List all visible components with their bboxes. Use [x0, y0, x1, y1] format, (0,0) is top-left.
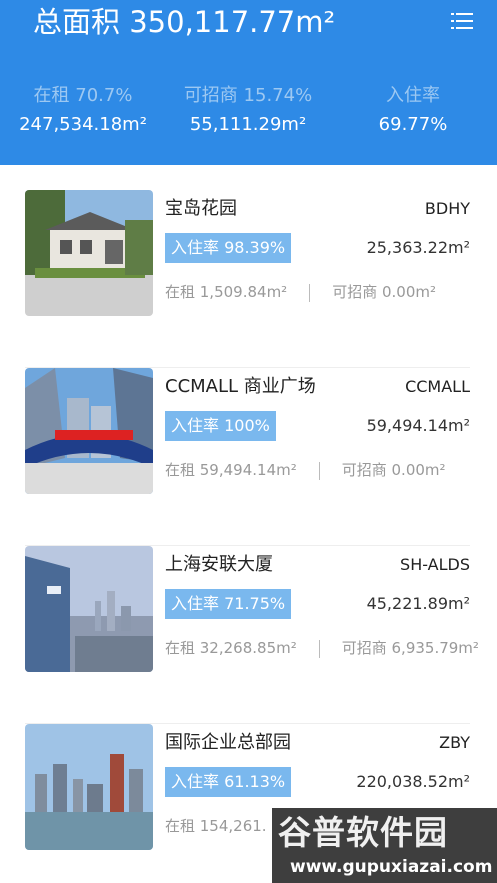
- stat-available-value: 55,111.29m²: [189, 114, 307, 135]
- stat-occupancy: 入住率 69.77%: [338, 82, 488, 140]
- occupancy-badge: 入住率 61.13%: [165, 767, 292, 797]
- skyline-photo: [25, 724, 153, 850]
- tower-photo: [25, 546, 153, 672]
- stat-leased: 在租 70.7% 247,534.18m²: [8, 82, 158, 140]
- property-code: SH-ALDS: [400, 555, 470, 574]
- leased-area: 在租 1,509.84m²: [165, 283, 288, 301]
- list-menu-icon[interactable]: [450, 10, 478, 32]
- available-area: 可招商 0.00m²: [332, 283, 436, 301]
- mall-photo: [25, 368, 153, 494]
- property-total-area: 220,038.52m²: [356, 772, 470, 791]
- total-area-title: 总面积 350,117.77m²: [33, 5, 336, 39]
- stat-available-label: 可招商 15.74%: [183, 85, 313, 106]
- villa-photo: [25, 190, 153, 316]
- occupancy-badge: 入住率 98.39%: [165, 233, 292, 263]
- separator: [309, 283, 311, 302]
- leased-area: 在租 154,261.: [165, 817, 267, 835]
- property-total-area: 45,221.89m²: [366, 594, 470, 613]
- property-lease-summary: 在租 32,268.85m² 可招商 6,935.79m²: [165, 634, 479, 662]
- separator: [318, 639, 320, 658]
- property-name: CCMALL 商业广场: [165, 376, 316, 397]
- property-code: BDHY: [424, 199, 470, 218]
- occupancy-badge: 入住率 71.75%: [165, 589, 292, 619]
- property-lease-summary: 在租 1,509.84m² 可招商 0.00m²: [165, 278, 436, 306]
- leased-area: 在租 32,268.85m²: [165, 639, 297, 657]
- leased-area: 在租 59,494.14m²: [165, 461, 297, 479]
- summary-header: 总面积 350,117.77m² 在租 70.7% 247,534.18m² 可…: [0, 0, 497, 165]
- stat-occupancy-value: 69.77%: [378, 114, 448, 135]
- stat-occupancy-label: 入住率: [386, 85, 440, 106]
- property-name: 国际企业总部园: [165, 732, 291, 753]
- property-lease-summary: 在租 59,494.14m² 可招商 0.00m²: [165, 456, 446, 484]
- stat-leased-value: 247,534.18m²: [19, 114, 147, 135]
- property-name: 上海安联大厦: [165, 554, 273, 575]
- available-area: 可招商 0.00m²: [341, 461, 446, 479]
- property-total-area: 25,363.22m²: [366, 238, 470, 257]
- watermark-url: www.gupuxiazai.com: [290, 857, 493, 877]
- available-area: 可招商 6,935.79m²: [341, 639, 479, 657]
- watermark-title: 谷普软件园: [278, 813, 448, 852]
- property-total-area: 59,494.14m²: [366, 416, 470, 435]
- property-name: 宝岛花园: [165, 198, 237, 219]
- property-lease-summary: 在租 154,261.: [165, 812, 267, 840]
- property-code: CCMALL: [405, 377, 470, 396]
- occupancy-badge: 入住率 100%: [165, 411, 276, 441]
- property-item[interactable]: CCMALL 商业广场 CCMALL 入住率 100% 59,494.14m² …: [0, 368, 497, 546]
- watermark-logo: 谷普软件园 www.gupuxiazai.com: [272, 808, 497, 883]
- property-item[interactable]: 上海安联大厦 SH-ALDS 入住率 71.75% 45,221.89m² 在租…: [0, 546, 497, 724]
- property-item[interactable]: 宝岛花园 BDHY 入住率 98.39% 25,363.22m² 在租 1,50…: [0, 190, 497, 368]
- separator: [318, 461, 320, 480]
- stat-available: 可招商 15.74% 55,111.29m²: [173, 82, 323, 140]
- stat-leased-label: 在租 70.7%: [33, 85, 133, 106]
- property-code: ZBY: [439, 733, 470, 752]
